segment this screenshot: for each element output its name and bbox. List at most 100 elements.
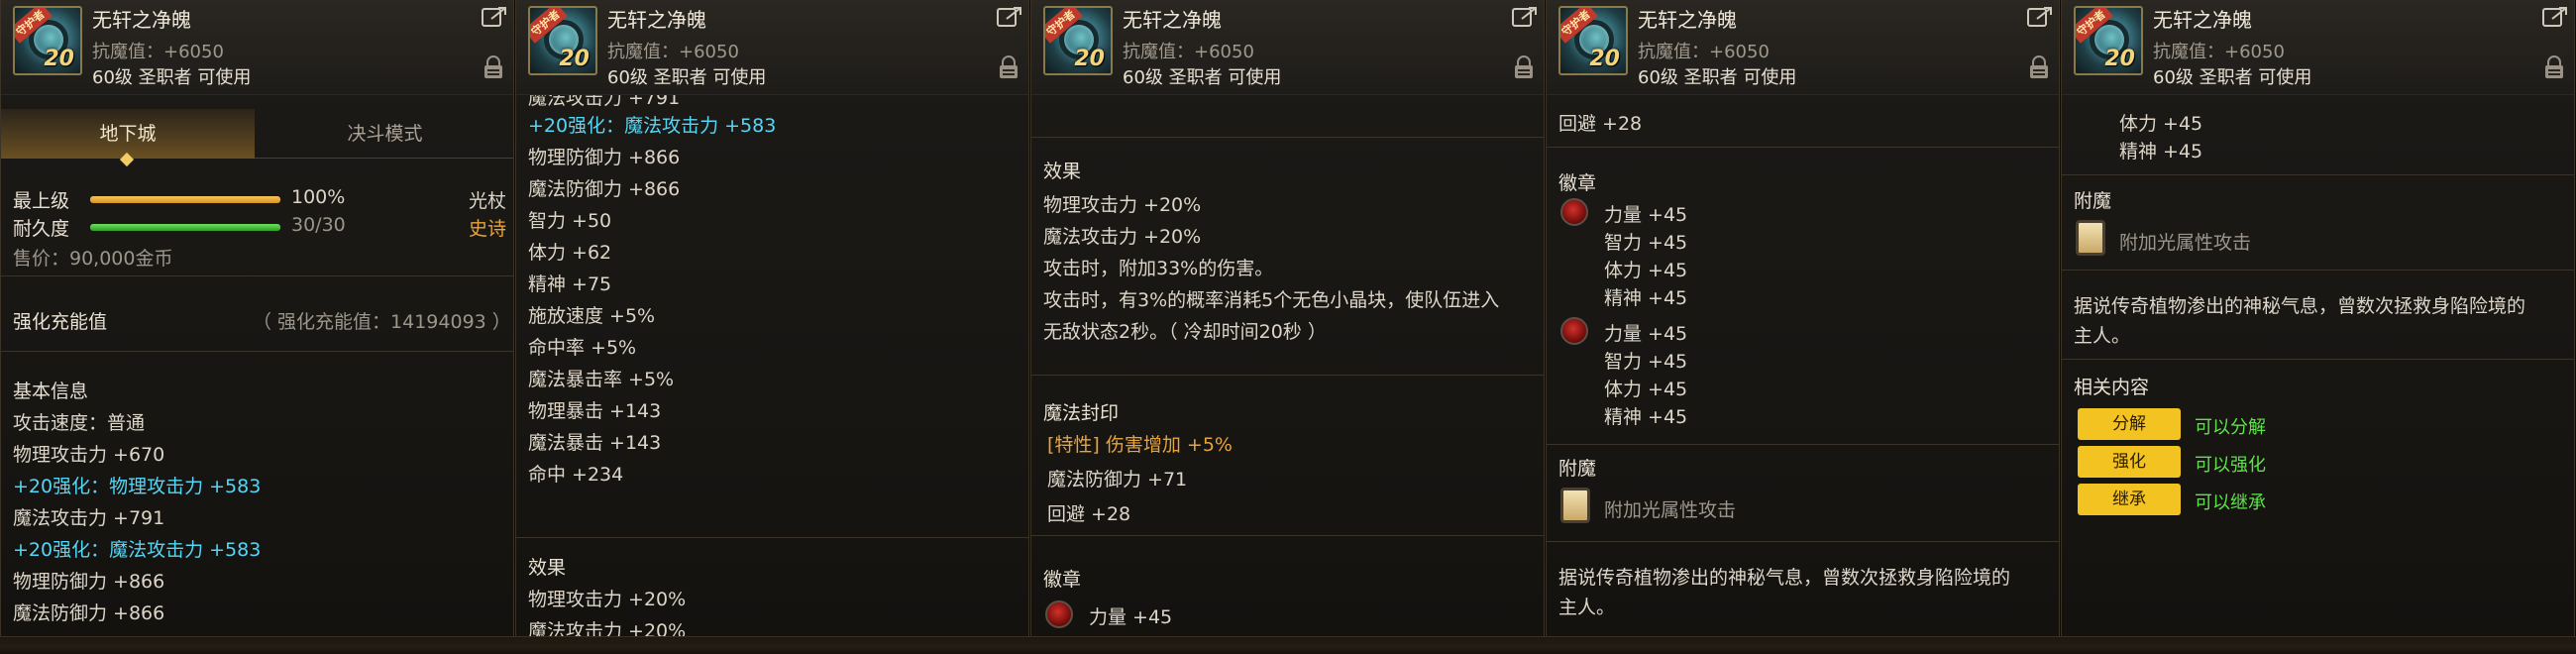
- action-button[interactable]: 继承: [2078, 484, 2181, 515]
- tooltip-content: 地下城 决斗模式 最上级 100% 光杖 耐久度 30/30 史诗 售价：90,…: [1, 95, 513, 636]
- stat-line: 魔法暴击 +143: [528, 432, 662, 454]
- tooltip-panel-4: 守护者 20 无轩之净魄 抗魔值：+6050 60级 圣职者 可使用 回避 +2…: [1546, 0, 2060, 636]
- action-status: 可以分解: [2195, 417, 2266, 438]
- share-icon[interactable]: [997, 6, 1022, 28]
- item-icon-level: 20: [559, 47, 590, 71]
- tooltip-content: 效果 物理攻击力 +20% 魔法攻击力 +20% 攻击时，附加33%的伤害。攻击时，…: [1031, 95, 1544, 636]
- amplify-label: 强化充能值: [13, 311, 108, 333]
- durability-bar: [90, 224, 280, 231]
- stat-line: 攻击速度：普通: [13, 412, 146, 434]
- effect-line: 物理攻击力 +20%: [528, 589, 687, 610]
- emblem-stat: 精神 +45: [2119, 141, 2203, 163]
- item-icon-level: 20: [1074, 47, 1105, 71]
- emblem-stat: 体力 +45: [1604, 260, 1688, 281]
- lock-icon[interactable]: [999, 55, 1019, 79]
- divider: [516, 537, 1028, 538]
- durability-value: 30/30: [291, 214, 346, 236]
- effect-line: 魔法攻击力 +20%: [1043, 226, 1202, 248]
- tooltip-panel-2: 守护者 20 无轩之净魄 抗魔值：+6050 60级 圣职者 可使用 魔法攻击力…: [515, 0, 1029, 636]
- stat-line: 回避 +28: [1558, 113, 1643, 135]
- lore-line: 据说传奇植物渗出的神秘气息，曾数次拯救身陷险境的: [1558, 567, 2011, 589]
- lock-icon[interactable]: [483, 55, 503, 79]
- tooltip-content: 体力 +45 精神 +45 附魔 附加光属性攻击 据说传奇植物渗出的神秘气息，曾…: [2062, 95, 2574, 636]
- effect-title: 效果: [528, 557, 567, 579]
- divider: [1031, 535, 1544, 536]
- stat-line: 魔法防御力 +866: [13, 602, 165, 624]
- seal-line: 回避 +28: [1047, 503, 1131, 525]
- item-header: 守护者 20 无轩之净魄 抗魔值：+6050 60级 圣职者 可使用: [516, 0, 1028, 95]
- share-icon[interactable]: [482, 6, 507, 28]
- item-icon: 守护者 20: [1558, 6, 1628, 75]
- item-resist: 抗魔值：+6050: [1123, 42, 1254, 62]
- stat-line: 命中率 +5%: [528, 337, 637, 359]
- action-status: 可以继承: [2195, 492, 2266, 513]
- item-name: 无轩之净魄: [607, 8, 706, 32]
- action-button[interactable]: 分解: [2078, 408, 2181, 440]
- divider: [2062, 359, 2574, 360]
- emblem-orb-icon: [1045, 600, 1073, 628]
- lock-icon[interactable]: [2029, 55, 2049, 79]
- divider: [1031, 137, 1544, 138]
- divider: [1031, 375, 1544, 376]
- item-resist: 抗魔值：+6050: [607, 42, 739, 62]
- bottom-bar: [0, 636, 2576, 654]
- enchant-card-icon: [1560, 488, 1590, 523]
- effect-line: 物理攻击力 +20%: [1043, 194, 1202, 216]
- effect-line: 攻击时，有3%的概率消耗5个无色小晶块，使队伍进入: [1043, 289, 1500, 311]
- emblem-stat: 体力 +45: [2119, 113, 2203, 135]
- stat-line: 物理攻击力 +670: [13, 444, 165, 466]
- emblem-stat: 智力 +45: [1604, 232, 1688, 254]
- stat-line: +20强化：魔法攻击力 +583: [528, 115, 777, 137]
- divider: [1, 275, 513, 276]
- stat-line: 精神 +75: [528, 273, 612, 295]
- grade-percent: 100%: [291, 186, 346, 208]
- divider: [1547, 541, 2059, 542]
- share-icon[interactable]: [2027, 6, 2053, 28]
- item-header: 守护者 20 无轩之净魄 抗魔值：+6050 60级 圣职者 可使用: [1031, 0, 1544, 95]
- item-resist: 抗魔值：+6050: [1638, 42, 1770, 62]
- durability-bar-fill: [90, 224, 280, 231]
- divider: [2062, 174, 2574, 175]
- item-icon-level: 20: [2104, 47, 2135, 71]
- stat-line: +20强化：魔法攻击力 +583: [13, 539, 262, 561]
- emblem-title: 徽章: [1558, 172, 1597, 194]
- amplify-value: （ 强化充能值：14194093 ）: [253, 311, 511, 333]
- stat-line: 智力 +50: [528, 210, 612, 232]
- lore-line: 主人。: [1558, 597, 1616, 618]
- tooltip-content: 回避 +28 徽章 力量 +45 智力 +45 体力 +45 精神 +45 力量 +45…: [1547, 95, 2059, 636]
- stat-line-cut: 魔法攻击力 +791: [528, 95, 681, 109]
- action-status: 可以强化: [2195, 455, 2266, 476]
- emblem-orb-icon: [1560, 317, 1588, 345]
- stat-line: 施放速度 +5%: [528, 305, 656, 327]
- emblem-stat: 力量 +45: [1604, 323, 1688, 345]
- item-icon: 守护者 20: [1043, 6, 1113, 75]
- lock-icon[interactable]: [1514, 55, 1534, 79]
- emblem-stat: 精神 +45: [1604, 406, 1688, 428]
- seal-line: [特性] 伤害增加 +5%: [1047, 434, 1233, 456]
- grade-bar: [90, 196, 280, 203]
- stat-line: 体力 +62: [528, 242, 612, 264]
- grade-label: 最上级: [13, 190, 70, 212]
- tooltip-panel-5: 守护者 20 无轩之净魄 抗魔值：+6050 60级 圣职者 可使用 体力 +4…: [2061, 0, 2575, 636]
- item-icon: 守护者 20: [2074, 6, 2143, 75]
- action-button[interactable]: 强化: [2078, 446, 2181, 478]
- emblem-stat: 体力 +45: [1604, 379, 1688, 400]
- share-icon[interactable]: [1512, 6, 1538, 28]
- divider: [1547, 147, 2059, 148]
- emblem-title: 徽章: [1043, 569, 1082, 591]
- item-header: 守护者 20 无轩之净魄 抗魔值：+6050 60级 圣职者 可使用: [1, 0, 513, 95]
- lock-icon[interactable]: [2544, 55, 2564, 79]
- stat-line: 物理防御力 +866: [528, 147, 681, 168]
- emblem-stat: 力量 +45: [1089, 606, 1173, 628]
- item-requirement: 60级 圣职者 可使用: [607, 67, 767, 88]
- emblem-orb-icon: [1560, 198, 1588, 226]
- item-name: 无轩之净魄: [2153, 8, 2252, 32]
- effect-line: 攻击时，附加33%的伤害。: [1043, 258, 1274, 279]
- lore-line: 据说传奇植物渗出的神秘气息，曾数次拯救身陷险境的: [2074, 295, 2526, 317]
- magic-seal-title: 魔法封印: [1043, 402, 1120, 424]
- tab-duel[interactable]: 决斗模式: [255, 109, 513, 159]
- share-icon[interactable]: [2542, 6, 2568, 28]
- effect-title: 效果: [1043, 161, 1082, 182]
- tab-dungeon[interactable]: 地下城: [1, 109, 255, 159]
- item-name: 无轩之净魄: [92, 8, 191, 32]
